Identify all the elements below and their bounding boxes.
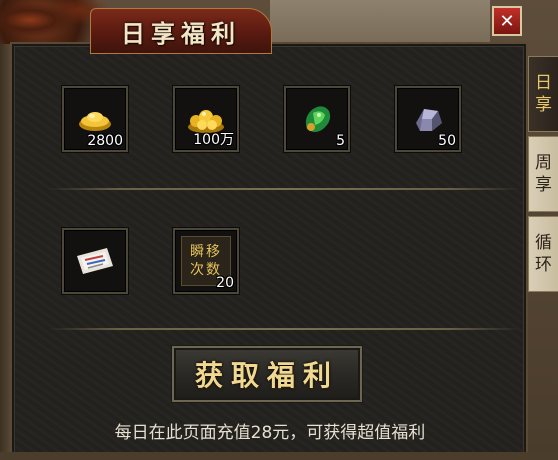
tab-cycle-label-1: 循 xyxy=(535,233,552,253)
reward-slot-scroll[interactable] xyxy=(62,228,128,294)
tab-cycle[interactable]: 循 环 xyxy=(528,216,558,292)
reward-quantity: 5 xyxy=(336,133,345,149)
paper-scroll-icon xyxy=(64,230,126,292)
reward-slot-gold-coins[interactable]: 100万 xyxy=(173,86,239,152)
reward-quantity: 50 xyxy=(438,133,456,149)
reward-quantity: 2800 xyxy=(87,133,123,149)
tab-daily[interactable]: 日 享 xyxy=(528,56,558,132)
reward-slot-green-gem[interactable]: 5 xyxy=(284,86,350,152)
recharge-note: 每日在此页面充值28元，可获得超值福利 xyxy=(114,423,426,443)
tab-weekly[interactable]: 周 享 xyxy=(528,136,558,212)
close-button[interactable]: ✕ xyxy=(492,6,522,36)
bottom-border xyxy=(0,452,558,460)
reward-slot-crystal-ore[interactable]: 50 xyxy=(395,86,461,152)
claim-reward-button[interactable]: 获取福利 xyxy=(172,346,362,402)
teleport-icon-text-1: 瞬移 xyxy=(190,244,222,260)
window-title: 日享福利 xyxy=(121,18,241,48)
claim-button-label: 获取福利 xyxy=(194,359,339,392)
reward-slot-gold-ingot[interactable]: 2800 xyxy=(62,86,128,152)
row-divider xyxy=(48,328,520,330)
reward-quantity: 100万 xyxy=(193,132,234,148)
tab-cycle-label-2: 环 xyxy=(535,255,552,275)
reward-slot-teleport[interactable]: 瞬移 次数 20 xyxy=(173,228,239,294)
stone-texture xyxy=(270,0,490,48)
close-icon: ✕ xyxy=(499,10,515,32)
tab-daily-label-1: 日 xyxy=(535,73,552,93)
reward-quantity: 20 xyxy=(216,275,234,291)
tab-weekly-label-2: 享 xyxy=(535,175,552,195)
title-tab: 日享福利 xyxy=(90,8,272,54)
tab-daily-label-2: 享 xyxy=(535,95,552,115)
side-tab-bar: 日 享 周 享 循 环 xyxy=(528,56,558,296)
tab-weekly-label-1: 周 xyxy=(535,153,552,173)
row-divider xyxy=(48,188,520,190)
left-border xyxy=(0,44,12,460)
